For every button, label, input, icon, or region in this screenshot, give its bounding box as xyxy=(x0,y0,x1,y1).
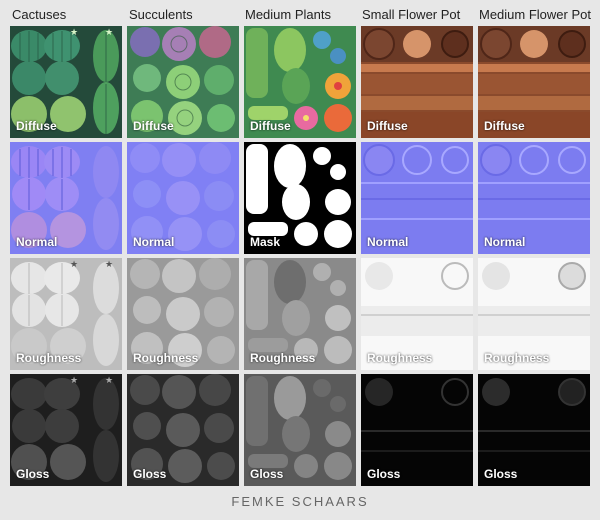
tile-label: Mask xyxy=(250,235,281,249)
tile-label: Diffuse xyxy=(484,119,525,133)
tile-label: Diffuse xyxy=(133,119,174,133)
tile-label: Gloss xyxy=(16,467,50,481)
tile-succulents-gloss: Gloss xyxy=(127,374,239,486)
tile-label: Gloss xyxy=(484,467,518,481)
tile-medium-flower-pot-gloss: Gloss xyxy=(478,374,590,486)
tile-medium-flower-pot-diffuse: Diffuse xyxy=(478,26,590,138)
tile-label: Normal xyxy=(367,235,409,249)
svg-text:★: ★ xyxy=(105,375,113,385)
star-mark: ★ xyxy=(70,27,78,37)
tile-label: Normal xyxy=(484,235,526,249)
tile-cactuses-diffuse: ★ ★ Diffuse xyxy=(10,26,122,138)
tile-small-flower-pot-gloss: Gloss xyxy=(361,374,473,486)
tile-cactuses-roughness: ★ ★ Roughness xyxy=(10,258,122,370)
tile-cactuses-gloss: ★ ★ Gloss xyxy=(10,374,122,486)
tile-small-flower-pot-roughness: Roughness xyxy=(361,258,473,370)
tile-medium-flower-pot-normal: Normal xyxy=(478,142,590,254)
tile-medium-flower-pot-roughness: Roughness xyxy=(478,258,590,370)
tile-label: Normal xyxy=(133,235,175,249)
tile-medium-plants-diffuse: Diffuse xyxy=(244,26,356,138)
tile-medium-plants-mask: Mask xyxy=(244,142,356,254)
texture-grid: ★ ★ Diffuse Diffuse Diffuse Diffuse Diff… xyxy=(0,0,600,520)
svg-text:★: ★ xyxy=(70,259,78,269)
tile-label: Roughness xyxy=(250,351,316,365)
svg-text:★: ★ xyxy=(105,259,113,269)
author-credit: FEMKE SCHAARS xyxy=(231,494,369,509)
tile-label: Gloss xyxy=(133,467,167,481)
tile-label: Diffuse xyxy=(16,119,57,133)
svg-text:★: ★ xyxy=(105,27,113,37)
tile-small-flower-pot-diffuse: Diffuse xyxy=(361,26,473,138)
tile-medium-plants-roughness: Roughness xyxy=(244,258,356,370)
tile-small-flower-pot-normal: Normal xyxy=(361,142,473,254)
tile-label: Roughness xyxy=(133,351,199,365)
tile-label: Diffuse xyxy=(250,119,291,133)
tile-label: Roughness xyxy=(484,351,550,365)
tile-label: Roughness xyxy=(367,351,433,365)
tile-cactuses-normal: Normal xyxy=(10,142,122,254)
tile-label: Normal xyxy=(16,235,58,249)
tile-label: Roughness xyxy=(16,351,82,365)
tile-succulents-diffuse: Diffuse xyxy=(127,26,239,138)
tile-medium-plants-gloss: Gloss xyxy=(244,374,356,486)
tile-label: Gloss xyxy=(250,467,284,481)
tile-label: Gloss xyxy=(367,467,401,481)
tile-succulents-normal: Normal xyxy=(127,142,239,254)
svg-text:★: ★ xyxy=(70,375,78,385)
tile-succulents-roughness: Roughness xyxy=(127,258,239,370)
tile-label: Diffuse xyxy=(367,119,408,133)
